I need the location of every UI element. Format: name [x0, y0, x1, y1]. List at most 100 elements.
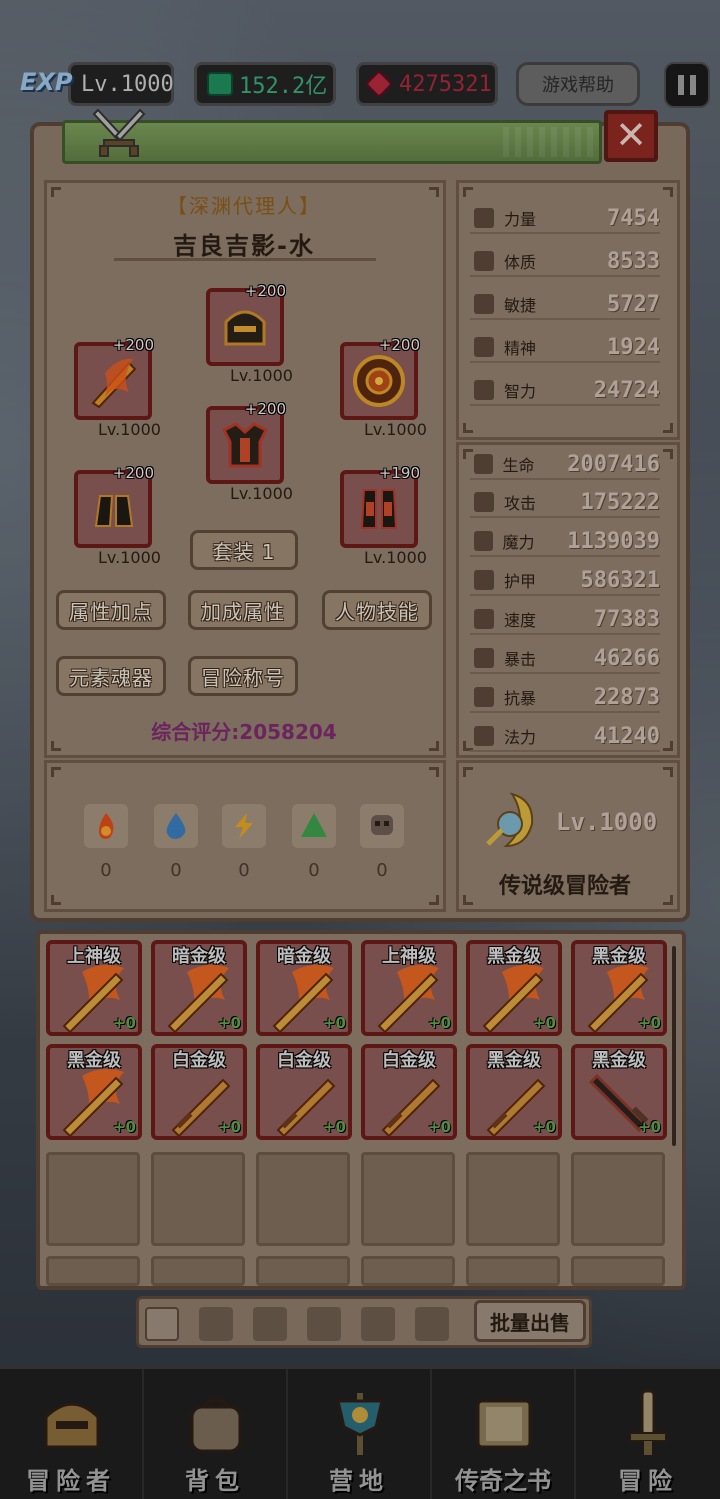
item-enhancement: +0 [637, 1118, 661, 1136]
inventory-slot[interactable]: 黑金级 +0 [466, 1044, 562, 1140]
equip-slot-armor[interactable]: +200 [206, 400, 286, 484]
helmet-icon [224, 310, 266, 346]
equip-slot-weapon[interactable]: +200 [74, 336, 154, 420]
empty-slot[interactable] [466, 1152, 560, 1246]
item-tier: 黑金级 [592, 1050, 646, 1071]
critical-icon [474, 648, 494, 668]
skull-element-icon[interactable] [360, 804, 404, 848]
empty-slot[interactable] [361, 1152, 455, 1246]
boots-icon [360, 489, 398, 529]
stat-row: 智力 24724 [470, 376, 660, 406]
element-soul-button[interactable]: 元素魂器 [56, 656, 166, 696]
thunder-element-value: 0 [238, 860, 250, 881]
nav-adventurer[interactable]: 冒险者 [0, 1369, 144, 1499]
exp-badge: EXP [20, 68, 73, 96]
rank-emblem-icon [486, 792, 534, 848]
stat-row: 体质 8533 [470, 247, 660, 277]
gauntlet-tab-icon[interactable] [307, 1307, 341, 1341]
character-title: 【深渊代理人】 [167, 194, 321, 218]
equip-slot-helmet[interactable]: +200 [206, 282, 286, 366]
close-button[interactable]: ✕ [604, 110, 658, 162]
accessory-tab-icon[interactable] [415, 1307, 449, 1341]
equip-slot-boots[interactable]: +190 [340, 464, 420, 548]
inventory-slot[interactable]: 白金级 +0 [361, 1044, 457, 1140]
empty-slot[interactable] [46, 1256, 140, 1286]
nav-backpack[interactable]: 背包 [144, 1369, 288, 1499]
gem-currency[interactable]: 152.2亿 [194, 62, 336, 106]
rank-level: Lv.1000 [556, 808, 658, 836]
gauntlets-icon [94, 495, 134, 527]
sword-icon [474, 492, 494, 512]
inventory-slot[interactable]: 暗金级 +0 [256, 940, 352, 1036]
ruby-currency[interactable]: 4275321 [356, 62, 498, 106]
level-pill: Lv.1000 [68, 62, 174, 106]
inventory-slot[interactable]: 上神级 +0 [361, 940, 457, 1036]
brain-icon [474, 380, 494, 400]
water-element-icon[interactable] [154, 804, 198, 848]
wind-element-value: 0 [308, 860, 320, 881]
empty-slot[interactable] [46, 1152, 140, 1246]
game-help-button[interactable]: 游戏帮助 [516, 62, 640, 106]
inventory-slot[interactable]: 白金级 +0 [151, 1044, 247, 1140]
attribute-points-button[interactable]: 属性加点 [56, 590, 166, 630]
fire-element-icon[interactable] [84, 804, 128, 848]
empty-slot[interactable] [256, 1256, 350, 1286]
pause-button[interactable] [664, 62, 710, 108]
star-icon [474, 337, 494, 357]
thunder-element-icon[interactable] [222, 804, 266, 848]
stat-row: 生命 2007416 [470, 450, 660, 480]
equip-level: Lv.1000 [98, 548, 161, 567]
book-icon [476, 1399, 532, 1449]
empty-slot[interactable] [361, 1256, 455, 1286]
character-skills-button[interactable]: 人物技能 [322, 590, 432, 630]
shield-stat-icon [474, 570, 494, 590]
camp-banner-icon [336, 1393, 384, 1455]
nav-adventure[interactable]: 冒险 [576, 1369, 720, 1499]
inventory-scrollbar[interactable] [672, 946, 676, 1146]
bonus-attributes-button[interactable]: 加成属性 [188, 590, 298, 630]
empty-slot[interactable] [466, 1256, 560, 1286]
ruby-amount: 4275321 [399, 71, 492, 97]
emerald-icon [207, 72, 233, 96]
helmet-tab-icon[interactable] [253, 1307, 287, 1341]
item-tier: 白金级 [172, 1050, 226, 1071]
stat-row: 抗暴 22873 [470, 683, 660, 713]
nav-legend-book[interactable]: 传奇之书 [432, 1369, 576, 1499]
item-enhancement: +0 [532, 1014, 556, 1032]
inventory-slot[interactable]: 黑金级 +0 [466, 940, 562, 1036]
fire-element-value: 0 [100, 860, 112, 881]
nav-camp[interactable]: 营地 [288, 1369, 432, 1499]
equip-level: Lv.1000 [98, 420, 161, 439]
item-tier: 黑金级 [487, 1050, 541, 1071]
stat-row: 法力 41240 [470, 722, 660, 752]
empty-slot[interactable] [151, 1152, 245, 1246]
wind-element-icon[interactable] [292, 804, 336, 848]
empty-slot[interactable] [256, 1152, 350, 1246]
inventory-slot[interactable]: 白金级 +0 [256, 1044, 352, 1140]
sword-tab-icon[interactable] [145, 1307, 179, 1341]
item-enhancement: +0 [427, 1118, 451, 1136]
equip-slot-shield[interactable]: +200 [340, 336, 420, 420]
inventory-slot[interactable]: 黑金级 +0 [571, 940, 667, 1036]
knight-helmet-icon [44, 1402, 100, 1449]
pants-tab-icon[interactable] [361, 1307, 395, 1341]
empty-slot[interactable] [571, 1256, 665, 1286]
equip-slot-gauntlets[interactable]: +200 [74, 464, 154, 548]
empty-slot[interactable] [151, 1256, 245, 1286]
player-level: Lv.1000 [81, 71, 174, 97]
inventory-slot[interactable]: 黑金级 +0 [571, 1044, 667, 1140]
empty-slot[interactable] [571, 1152, 665, 1246]
adventure-title-button[interactable]: 冒险称号 [188, 656, 298, 696]
flame-sword-icon [91, 358, 137, 409]
inventory-slot[interactable]: 暗金级 +0 [151, 940, 247, 1036]
character-name: 吉良吉影-水 [173, 232, 315, 260]
equipment-set-button[interactable]: 套装 1 [190, 530, 298, 570]
inventory-slot[interactable]: 黑金级 +0 [46, 1044, 142, 1140]
backpack-icon [190, 1397, 242, 1453]
bulk-sell-button[interactable]: 批量出售 [474, 1300, 586, 1342]
sword-nav-icon [629, 1389, 667, 1455]
armor-tab-icon[interactable] [199, 1307, 233, 1341]
armor-icon [221, 422, 269, 468]
inventory-slot[interactable]: 上神级 +0 [46, 940, 142, 1036]
equip-level: Lv.1000 [364, 420, 427, 439]
